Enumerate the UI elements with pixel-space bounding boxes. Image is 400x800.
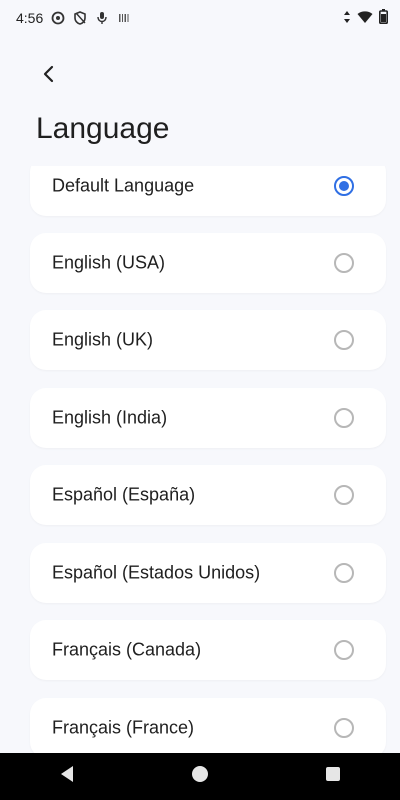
status-right bbox=[343, 9, 389, 27]
chevron-left-icon bbox=[41, 65, 55, 88]
language-option-label: Français (Canada) bbox=[52, 639, 202, 660]
radio-button[interactable] bbox=[334, 563, 354, 583]
language-option-francais-canada[interactable]: Français (Canada) bbox=[30, 620, 386, 680]
status-bar: 4:56 bbox=[0, 0, 400, 36]
radio-button[interactable] bbox=[334, 253, 354, 273]
radio-button[interactable] bbox=[334, 640, 354, 660]
back-button[interactable] bbox=[30, 58, 66, 94]
language-option-francais-france[interactable]: Français (France) bbox=[30, 698, 386, 753]
language-option-label: English (UK) bbox=[52, 329, 154, 350]
language-option-label: Default Language bbox=[52, 175, 195, 196]
language-option-espanol-espana[interactable]: Español (España) bbox=[30, 465, 386, 525]
language-option-label: Français (France) bbox=[52, 717, 195, 738]
battery-icon bbox=[379, 9, 389, 27]
radio-button[interactable] bbox=[334, 408, 354, 428]
barcode-status-icon bbox=[117, 11, 131, 25]
language-option-label: Español (España) bbox=[52, 484, 196, 505]
circle-status-icon bbox=[51, 11, 65, 25]
back-triangle-icon bbox=[59, 765, 75, 788]
language-option-label: English (USA) bbox=[52, 252, 166, 273]
language-list[interactable]: Default Language English (USA) English (… bbox=[0, 166, 400, 753]
language-option-english-india[interactable]: English (India) bbox=[30, 388, 386, 448]
nav-recents-button[interactable] bbox=[303, 753, 363, 800]
shield-status-icon bbox=[73, 11, 87, 25]
language-option-default[interactable]: Default Language bbox=[30, 166, 386, 216]
radio-button[interactable] bbox=[334, 176, 354, 196]
wifi-icon bbox=[357, 10, 373, 27]
language-option-espanol-estados-unidos[interactable]: Español (Estados Unidos) bbox=[30, 543, 386, 603]
status-left: 4:56 bbox=[16, 10, 131, 26]
language-option-label: English (India) bbox=[52, 407, 168, 428]
mic-status-icon bbox=[95, 11, 109, 25]
language-option-label: Español (Estados Unidos) bbox=[52, 562, 261, 583]
radio-button[interactable] bbox=[334, 330, 354, 350]
language-option-english-uk[interactable]: English (UK) bbox=[30, 310, 386, 370]
radio-button[interactable] bbox=[334, 485, 354, 505]
radio-button[interactable] bbox=[334, 718, 354, 738]
page-title: Language bbox=[36, 112, 170, 145]
language-option-english-usa[interactable]: English (USA) bbox=[30, 233, 386, 293]
status-time: 4:56 bbox=[16, 10, 44, 26]
nav-back-button[interactable] bbox=[37, 753, 97, 800]
data-arrows-icon bbox=[343, 10, 351, 27]
nav-home-button[interactable] bbox=[170, 753, 230, 800]
navigation-bar bbox=[0, 753, 400, 800]
recents-square-icon bbox=[325, 766, 341, 787]
home-circle-icon bbox=[191, 765, 209, 788]
